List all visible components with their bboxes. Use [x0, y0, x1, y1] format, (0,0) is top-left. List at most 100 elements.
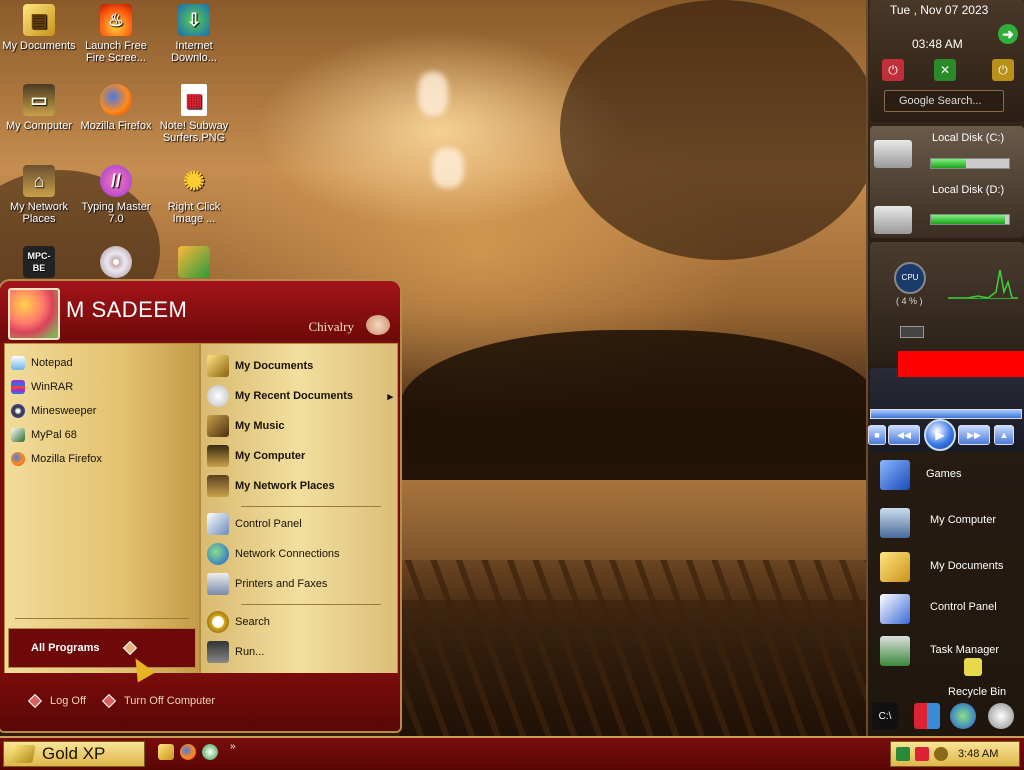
disk-gadget: Local Disk (C:) Local Disk (D:) — [870, 126, 1024, 238]
network-tray-icon[interactable] — [896, 747, 910, 761]
shortcut-control-panel[interactable]: Control Panel — [868, 590, 1024, 630]
menu-item-recent-documents[interactable]: My Recent Documents ▸ — [207, 382, 393, 410]
shortcut-my-computer[interactable]: My Computer — [868, 504, 1024, 544]
command-prompt-icon[interactable]: C:\ — [872, 703, 898, 729]
menu-item-label: My Network Places — [235, 480, 335, 492]
eject-icon[interactable]: ▲ — [994, 425, 1014, 445]
start-menu-footer: Log Off Turn Off Computer — [0, 673, 400, 731]
shortcut-games[interactable]: Games — [868, 456, 1024, 496]
globe-icon — [207, 543, 229, 565]
desktop-icon-disc[interactable] — [77, 246, 155, 282]
ram-chip-icon — [900, 326, 924, 338]
shortcut-my-documents[interactable]: My Documents — [868, 548, 1024, 588]
menu-item-firefox[interactable]: Mozilla Firefox — [11, 448, 102, 470]
menu-item-label: Minesweeper — [31, 405, 97, 417]
menu-item-notepad[interactable]: Notepad — [11, 352, 73, 374]
quicklaunch-more-button[interactable]: » — [230, 741, 236, 752]
desktop-icon-my-documents[interactable]: ▤ My Documents — [0, 4, 78, 52]
security-shield-icon[interactable] — [914, 703, 940, 729]
games-icon — [880, 460, 910, 490]
restart-icon[interactable]: ✕ — [934, 59, 956, 81]
desktop-icon-subway-png[interactable]: ▦ Note! Subway Surfers.PNG — [155, 84, 233, 144]
network-icon: ⌂ — [23, 165, 55, 197]
firefox-icon — [100, 84, 132, 116]
menu-item-label: My Music — [235, 420, 285, 432]
desktop-icon-subway-surfers[interactable] — [155, 246, 233, 282]
speaker-icon[interactable] — [988, 703, 1014, 729]
log-off-button[interactable]: Log Off — [27, 693, 86, 709]
winrar-icon — [11, 380, 25, 394]
disk-c-label: Local Disk (C:) — [932, 132, 1005, 144]
menu-item-label: Control Panel — [235, 518, 302, 530]
search-icon — [207, 611, 229, 633]
menu-item-winrar[interactable]: WinRAR — [11, 376, 73, 398]
menu-item-my-documents[interactable]: My Documents — [207, 352, 313, 380]
divider — [15, 618, 189, 619]
desktop-icon-firefox[interactable]: Mozilla Firefox — [77, 84, 155, 132]
google-search-input[interactable]: Google Search... — [884, 90, 1004, 112]
shortcut-recycle-bin[interactable]: Recycle Bin — [868, 654, 1024, 698]
printer-icon — [207, 573, 229, 595]
gear-icon: ✺ — [183, 166, 205, 196]
media-progress-bar[interactable] — [870, 409, 1022, 419]
fast-forward-icon[interactable]: ▶▶ — [958, 425, 990, 445]
play-icon[interactable]: ▶ — [924, 419, 956, 451]
desktop-icon-label: My Computer — [5, 120, 73, 132]
desktop-icon-free-fire[interactable]: ♨ Launch Free Fire Scree... — [77, 4, 155, 64]
start-button[interactable]: Gold XP — [3, 741, 145, 767]
avatar[interactable] — [8, 288, 60, 340]
typing-master-icon: // — [100, 165, 132, 197]
shutdown-icon[interactable]: ⏻ — [882, 59, 904, 81]
cpu-label: CPU — [901, 273, 919, 282]
subway-surfers-icon — [178, 246, 210, 278]
rewind-icon[interactable]: ◀◀ — [888, 425, 920, 445]
disk-d-usage-fill — [931, 215, 1006, 224]
music-folder-icon — [207, 415, 229, 437]
cpu-gauge-icon: CPU — [894, 262, 926, 294]
turn-off-button[interactable]: Turn Off Computer — [101, 693, 215, 709]
menu-item-my-music[interactable]: My Music — [207, 412, 285, 440]
menu-item-search[interactable]: Search — [207, 608, 270, 636]
mine-icon — [11, 404, 25, 418]
sidebar-date: Tue , Nov 07 2023 — [890, 3, 989, 17]
menu-item-my-computer[interactable]: My Computer — [207, 442, 305, 470]
fire-icon: ♨ — [100, 4, 132, 36]
menu-item-label: Search — [235, 616, 270, 628]
globe-icon[interactable] — [950, 703, 976, 729]
clapperboard-icon: MPC-BE — [23, 246, 55, 278]
menu-item-mypal[interactable]: MyPal 68 — [11, 424, 77, 446]
desktop-icon-label: Launch Free Fire Scree... — [85, 40, 147, 64]
desktop-icon-network-places[interactable]: ⌂ My Network Places — [0, 165, 78, 225]
taskbar: Gold XP » 3:48 AM — [0, 736, 1024, 770]
quicklaunch-firefox-icon[interactable] — [180, 744, 196, 760]
menu-item-network-connections[interactable]: Network Connections — [207, 540, 340, 568]
user-name: M SADEEM — [66, 297, 188, 322]
menu-item-network-places[interactable]: My Network Places — [207, 472, 335, 500]
sidebar-time: 03:48 AM — [912, 37, 963, 51]
clock-tray-icon[interactable] — [934, 747, 948, 761]
quicklaunch-folder-icon[interactable] — [158, 744, 174, 760]
folder-icon — [880, 552, 910, 582]
desktop-icon-typing-master[interactable]: // Typing Master 7.0 — [77, 165, 155, 225]
quicklaunch-mypal-icon[interactable] — [202, 744, 218, 760]
menu-item-label: My Documents — [235, 360, 314, 372]
all-programs-button[interactable]: All Programs — [8, 628, 196, 668]
go-arrow-icon[interactable]: ➜ — [998, 24, 1018, 44]
desktop-icon-internet-download[interactable]: ⇩ Internet Downlo... — [155, 4, 233, 64]
desktop-icon-right-click-image[interactable]: ✺ Right Click Image ... — [155, 165, 233, 225]
shield-tray-icon[interactable] — [915, 747, 929, 761]
menu-item-control-panel[interactable]: Control Panel — [207, 510, 302, 538]
menu-item-run[interactable]: Run... — [207, 638, 264, 666]
desktop-icon-mpc-be[interactable]: MPC-BE — [0, 246, 78, 282]
log-off-label: Log Off — [50, 695, 86, 707]
menu-item-label: Run... — [235, 646, 265, 658]
shortcut-label: Games — [926, 468, 962, 480]
tray-clock[interactable]: 3:48 AM — [958, 748, 998, 760]
desktop-icon-my-computer[interactable]: ▭ My Computer — [0, 84, 78, 132]
menu-item-minesweeper[interactable]: Minesweeper — [11, 400, 96, 422]
stop-icon[interactable]: ■ — [868, 425, 886, 445]
standby-icon[interactable]: ⏻ — [992, 59, 1014, 81]
image-file-icon: ▦ — [181, 84, 207, 116]
start-menu: M SADEEM Chivalry Notepad WinRAR Mineswe… — [0, 281, 400, 731]
menu-item-printers-faxes[interactable]: Printers and Faxes — [207, 570, 327, 598]
